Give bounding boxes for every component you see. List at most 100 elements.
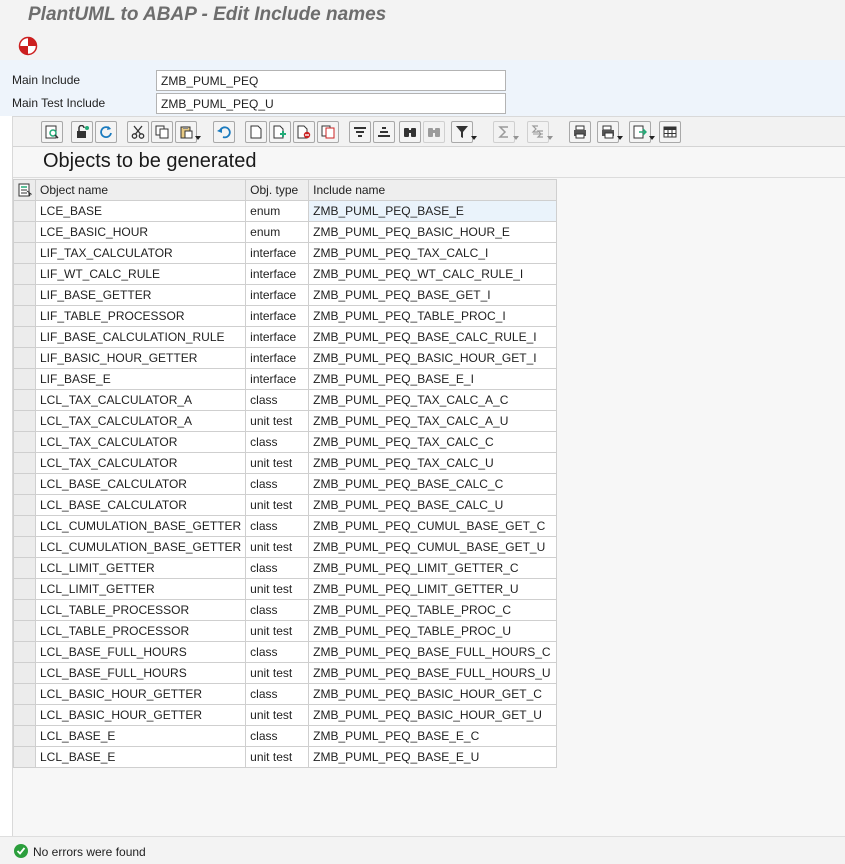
cell-include-name[interactable]: ZMB_PUML_PEQ_BASE_FULL_HOURS_C	[308, 641, 558, 663]
cell-include-name[interactable]: ZMB_PUML_PEQ_TAX_CALC_A_U	[308, 410, 558, 432]
table-row[interactable]: LCL_BASE_E class ZMB_PUML_PEQ_BASE_E_C	[13, 725, 558, 747]
new-row-icon[interactable]	[245, 121, 267, 143]
table-row[interactable]: LCL_BASE_FULL_HOURS class ZMB_PUML_PEQ_BAS…	[13, 641, 558, 663]
cell-include-name[interactable]: ZMB_PUML_PEQ_BASE_CALC_U	[308, 494, 558, 516]
table-row[interactable]: LCE_BASE enum ZMB_PUML_PEQ_BASE_E	[13, 200, 558, 222]
paste-icon[interactable]	[175, 121, 197, 143]
cell-include-name[interactable]: ZMB_PUML_PEQ_BASIC_HOUR_E	[308, 221, 558, 243]
row-selector[interactable]	[13, 221, 36, 243]
cell-include-name[interactable]: ZMB_PUML_PEQ_TAX_CALC_I	[308, 242, 558, 264]
row-selector[interactable]	[13, 368, 36, 390]
row-selector[interactable]	[13, 263, 36, 285]
undo-icon[interactable]	[213, 121, 235, 143]
table-row[interactable]: LCL_TABLE_PROCESSOR unit test ZMB_PUML_PEQ…	[13, 620, 558, 642]
column-header-obj-type[interactable]: Obj. type	[245, 179, 310, 201]
main-test-include-field[interactable]	[156, 93, 506, 114]
row-selector[interactable]	[13, 683, 36, 705]
table-row[interactable]: LIF_TAX_CALCULATOR interface ZMB_PUML_PEQ_…	[13, 242, 558, 264]
row-selector[interactable]	[13, 452, 36, 474]
table-row[interactable]: LCL_LIMIT_GETTER class ZMB_PUML_PEQ_LIMIT_…	[13, 557, 558, 579]
row-selector[interactable]	[13, 389, 36, 411]
table-row[interactable]: LIF_BASE_GETTER interface ZMB_PUML_PEQ_BAS…	[13, 284, 558, 306]
details-icon[interactable]	[41, 121, 63, 143]
duplicate-row-icon[interactable]	[317, 121, 339, 143]
table-row[interactable]: LCL_BASE_FULL_HOURS unit test ZMB_PUML_PEQ…	[13, 662, 558, 684]
table-row[interactable]: LCL_BASE_CALCULATOR unit test ZMB_PUML_PEQ…	[13, 494, 558, 516]
execute-icon[interactable]	[18, 36, 38, 56]
row-selector[interactable]	[13, 704, 36, 726]
cell-include-name[interactable]: ZMB_PUML_PEQ_TABLE_PROC_U	[308, 620, 558, 642]
sort-descending-icon[interactable]	[373, 121, 395, 143]
table-row[interactable]: LCL_CUMULATION_BASE_GETTER unit test ZMB_P…	[13, 536, 558, 558]
cell-include-name[interactable]: ZMB_PUML_PEQ_BASE_CALC_C	[308, 473, 558, 495]
filter-unlock-icon[interactable]	[71, 121, 93, 143]
cell-include-name[interactable]: ZMB_PUML_PEQ_BASE_E_U	[308, 746, 558, 768]
table-row[interactable]: LCL_TAX_CALCULATOR_A unit test ZMB_PUML_PE…	[13, 410, 558, 432]
table-row[interactable]: LIF_TABLE_PROCESSOR interface ZMB_PUML_PEQ…	[13, 305, 558, 327]
table-row[interactable]: LCL_BASIC_HOUR_GETTER class ZMB_PUML_PEQ_B…	[13, 683, 558, 705]
row-selector[interactable]	[13, 473, 36, 495]
table-row[interactable]: LCL_LIMIT_GETTER unit test ZMB_PUML_PEQ_LI…	[13, 578, 558, 600]
cell-include-name[interactable]: ZMB_PUML_PEQ_TAX_CALC_U	[308, 452, 558, 474]
row-selector[interactable]	[13, 242, 36, 264]
row-selector[interactable]	[13, 410, 36, 432]
row-selector[interactable]	[13, 515, 36, 537]
column-header-object-name[interactable]: Object name	[34, 179, 247, 201]
row-selector[interactable]	[13, 620, 36, 642]
column-header-include-name[interactable]: Include name	[308, 179, 558, 201]
table-row[interactable]: LCL_TABLE_PROCESSOR class ZMB_PUML_PEQ_TAB…	[13, 599, 558, 621]
cell-include-name[interactable]: ZMB_PUML_PEQ_BASIC_HOUR_GET_U	[308, 704, 558, 726]
table-row[interactable]: LCL_CUMULATION_BASE_GETTER class ZMB_PUML_…	[13, 515, 558, 537]
export-icon[interactable]	[629, 121, 651, 143]
row-selector[interactable]	[13, 284, 36, 306]
cell-include-name[interactable]: ZMB_PUML_PEQ_TAX_CALC_A_C	[308, 389, 558, 411]
cell-include-name[interactable]: ZMB_PUML_PEQ_TABLE_PROC_I	[308, 305, 558, 327]
row-selector[interactable]	[13, 599, 36, 621]
row-selector[interactable]	[13, 305, 36, 327]
table-row[interactable]: LCL_BASE_CALCULATOR class ZMB_PUML_PEQ_BAS…	[13, 473, 558, 495]
print-icon[interactable]	[569, 121, 591, 143]
sum-icon[interactable]	[493, 121, 515, 143]
table-row[interactable]: LCL_BASE_E unit test ZMB_PUML_PEQ_BASE_E_U	[13, 746, 558, 768]
cell-include-name[interactable]: ZMB_PUML_PEQ_WT_CALC_RULE_I	[308, 263, 558, 285]
cell-include-name[interactable]: ZMB_PUML_PEQ_CUMUL_BASE_GET_U	[308, 536, 558, 558]
main-include-field[interactable]	[156, 70, 506, 91]
cell-include-name[interactable]: ZMB_PUML_PEQ_BASE_CALC_RULE_I	[308, 326, 558, 348]
row-selector[interactable]	[13, 746, 36, 768]
row-selector[interactable]	[13, 557, 36, 579]
row-selector[interactable]	[13, 536, 36, 558]
row-selector[interactable]	[13, 494, 36, 516]
cell-include-name[interactable]: ZMB_PUML_PEQ_BASE_E_C	[308, 725, 558, 747]
table-row[interactable]: LIF_BASE_CALCULATION_RULE interface ZMB_PU…	[13, 326, 558, 348]
row-selector[interactable]	[13, 326, 36, 348]
table-row[interactable]: LCL_TAX_CALCULATOR class ZMB_PUML_PEQ_TAX_…	[13, 431, 558, 453]
table-row[interactable]: LIF_BASIC_HOUR_GETTER interface ZMB_PUML_P…	[13, 347, 558, 369]
layout-icon[interactable]	[659, 121, 681, 143]
row-selector[interactable]	[13, 662, 36, 684]
cell-include-name[interactable]: ZMB_PUML_PEQ_BASIC_HOUR_GET_C	[308, 683, 558, 705]
cell-include-name[interactable]: ZMB_PUML_PEQ_BASIC_HOUR_GET_I	[308, 347, 558, 369]
cell-include-name[interactable]: ZMB_PUML_PEQ_BASE_E	[308, 200, 558, 222]
table-row[interactable]: LCL_BASIC_HOUR_GETTER unit test ZMB_PUML_P…	[13, 704, 558, 726]
find-icon[interactable]	[399, 121, 421, 143]
views-icon[interactable]	[597, 121, 619, 143]
table-row[interactable]: LCL_TAX_CALCULATOR_A class ZMB_PUML_PEQ_TA…	[13, 389, 558, 411]
refresh-icon[interactable]	[95, 121, 117, 143]
row-selector[interactable]	[13, 725, 36, 747]
table-row[interactable]: LIF_BASE_E interface ZMB_PUML_PEQ_BASE_E_I	[13, 368, 558, 390]
table-row[interactable]: LCL_TAX_CALCULATOR unit test ZMB_PUML_PEQ_…	[13, 452, 558, 474]
row-selector[interactable]	[13, 431, 36, 453]
cell-include-name[interactable]: ZMB_PUML_PEQ_BASE_E_I	[308, 368, 558, 390]
find-next-icon[interactable]	[423, 121, 445, 143]
sort-ascending-icon[interactable]	[349, 121, 371, 143]
cell-include-name[interactable]: ZMB_PUML_PEQ_BASE_FULL_HOURS_U	[308, 662, 558, 684]
row-selector[interactable]	[13, 200, 36, 222]
cell-include-name[interactable]: ZMB_PUML_PEQ_LIMIT_GETTER_C	[308, 557, 558, 579]
cut-icon[interactable]	[127, 121, 149, 143]
cell-include-name[interactable]: ZMB_PUML_PEQ_BASE_GET_I	[308, 284, 558, 306]
delete-row-icon[interactable]	[293, 121, 315, 143]
subtotal-icon[interactable]	[527, 121, 549, 143]
table-row[interactable]: LIF_WT_CALC_RULE interface ZMB_PUML_PEQ_WT…	[13, 263, 558, 285]
row-selector[interactable]	[13, 578, 36, 600]
cell-include-name[interactable]: ZMB_PUML_PEQ_LIMIT_GETTER_U	[308, 578, 558, 600]
